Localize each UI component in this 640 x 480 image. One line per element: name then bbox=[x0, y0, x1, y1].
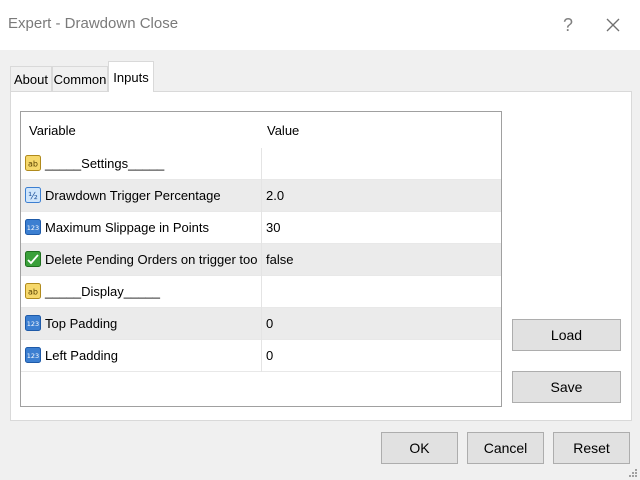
fraction-icon: ½ bbox=[25, 187, 41, 203]
svg-text:123: 123 bbox=[27, 320, 39, 328]
tab-label: Inputs bbox=[113, 69, 149, 85]
column-header-variable[interactable]: Variable bbox=[29, 123, 76, 138]
tab-common[interactable]: Common bbox=[52, 66, 108, 91]
close-icon bbox=[606, 18, 620, 32]
variable-value[interactable]: false bbox=[266, 252, 293, 267]
variable-value[interactable]: 0 bbox=[266, 316, 273, 331]
boolean-icon bbox=[25, 251, 41, 267]
variable-name: _____Display_____ bbox=[45, 284, 160, 299]
svg-text:123: 123 bbox=[27, 352, 39, 360]
help-icon: ? bbox=[562, 14, 573, 35]
ab-icon: ab bbox=[25, 283, 41, 299]
svg-text:ab: ab bbox=[28, 288, 38, 297]
tab-label: Common bbox=[53, 71, 107, 87]
ok-button[interactable]: OK bbox=[381, 432, 458, 464]
column-divider bbox=[261, 148, 262, 372]
svg-text:½: ½ bbox=[28, 190, 38, 202]
load-button-label: Load bbox=[550, 327, 583, 343]
variable-name: Top Padding bbox=[45, 316, 118, 331]
reset-button-label: Reset bbox=[573, 440, 610, 456]
help-button[interactable]: ? bbox=[553, 11, 583, 39]
column-header-value[interactable]: Value bbox=[267, 123, 299, 138]
cancel-button[interactable]: Cancel bbox=[467, 432, 544, 464]
ok-button-label: OK bbox=[409, 440, 430, 456]
variable-name: Left Padding bbox=[45, 348, 119, 363]
integer-icon: 123 bbox=[25, 315, 41, 331]
integer-icon: 123 bbox=[25, 347, 41, 363]
svg-text:123: 123 bbox=[27, 224, 39, 232]
cancel-button-label: Cancel bbox=[483, 440, 528, 456]
title-bar: Expert - Drawdown Close ? bbox=[0, 0, 640, 50]
variable-value[interactable]: 0 bbox=[266, 348, 273, 363]
variable-value[interactable]: 30 bbox=[266, 220, 280, 235]
save-button[interactable]: Save bbox=[512, 371, 621, 403]
reset-button[interactable]: Reset bbox=[553, 432, 630, 464]
tab-about[interactable]: About bbox=[10, 66, 52, 91]
variable-name: _____Settings_____ bbox=[45, 156, 165, 171]
close-button[interactable] bbox=[598, 11, 628, 39]
load-button[interactable]: Load bbox=[512, 319, 621, 351]
window-title: Expert - Drawdown Close bbox=[8, 15, 179, 32]
variable-name: Delete Pending Orders on trigger too bbox=[45, 252, 258, 267]
variable-name: Drawdown Trigger Percentage bbox=[45, 188, 221, 203]
resize-grip-icon[interactable] bbox=[628, 468, 638, 478]
svg-text:ab: ab bbox=[28, 160, 38, 169]
integer-icon: 123 bbox=[25, 219, 41, 235]
tab-label: About bbox=[14, 71, 48, 87]
inputs-grid: Variable Value ab _____Settings_____ ½ D… bbox=[20, 111, 502, 407]
variable-value[interactable]: 2.0 bbox=[266, 188, 284, 203]
grid-header: Variable Value bbox=[21, 112, 501, 148]
ab-icon: ab bbox=[25, 155, 41, 171]
variable-name: Maximum Slippage in Points bbox=[45, 220, 210, 235]
tab-inputs[interactable]: Inputs bbox=[108, 61, 154, 92]
save-button-label: Save bbox=[550, 379, 583, 395]
